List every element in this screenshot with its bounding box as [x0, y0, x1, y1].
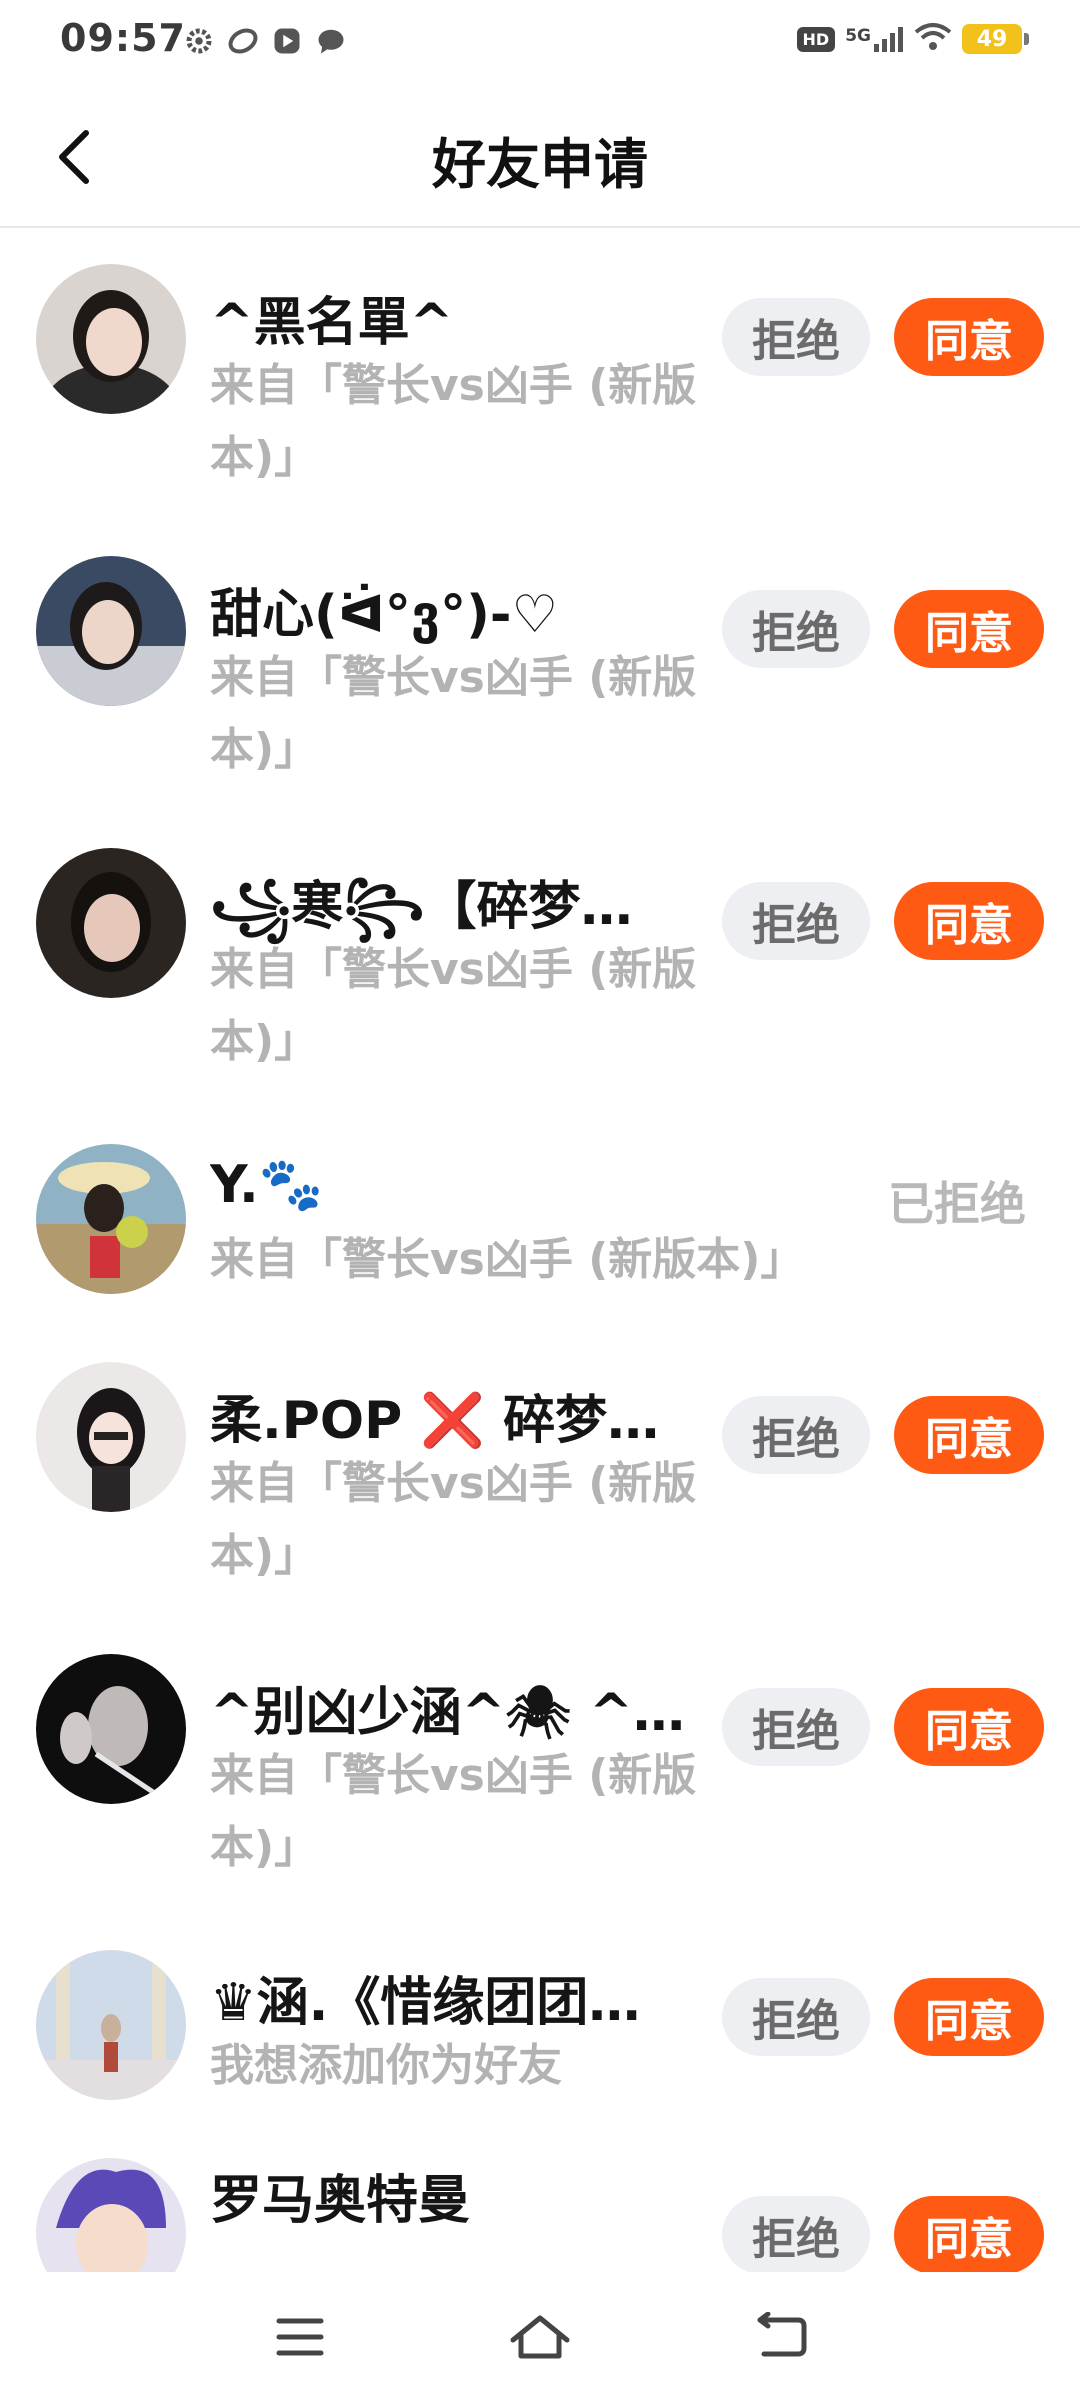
list-item: ꧁寒꧂【碎梦… 来自「警长vs凶手 (新版本)」 拒绝 同意 — [0, 812, 1080, 1104]
list-item: 柔.POP ❌ 碎梦… 来自「警长vs凶手 (新版本)」 拒绝 同意 — [0, 1326, 1080, 1618]
avatar[interactable] — [36, 2158, 186, 2272]
avatar[interactable] — [36, 556, 186, 706]
accept-button[interactable]: 同意 — [894, 1688, 1044, 1766]
friend-request-list[interactable]: ^黑名單^ 来自「警长vs凶手 (新版本)」 拒绝 同意 甜心(ᐛ°ვ°)-♡ … — [0, 228, 1080, 2272]
list-item: Y.🐾 来自「警长vs凶手 (新版本)」 已拒绝 — [0, 1104, 1080, 1326]
list-item: ^别凶少涵^🕷 ^… 来自「警长vs凶手 (新版本)」 拒绝 同意 — [0, 1618, 1080, 1910]
avatar[interactable] — [36, 848, 186, 998]
menu-nav-button[interactable] — [260, 2302, 340, 2372]
accept-button[interactable]: 同意 — [894, 298, 1044, 376]
home-icon — [510, 2315, 570, 2359]
request-name: 罗马奥特曼 — [210, 2171, 471, 2231]
page-title: 好友申请 — [432, 133, 648, 196]
request-name: ♛涵.《惜缘团团… — [210, 1973, 641, 2033]
reject-button[interactable]: 拒绝 — [722, 1396, 870, 1474]
hd-badge: HD — [796, 26, 836, 52]
signal-icon: 5G — [845, 26, 904, 52]
reject-button[interactable]: 拒绝 — [722, 298, 870, 376]
reject-button[interactable]: 拒绝 — [722, 590, 870, 668]
accept-button[interactable]: 同意 — [894, 1978, 1044, 2056]
request-source: 我想添加你为好友 — [210, 2040, 562, 2091]
request-name: ^黑名單^ — [210, 293, 454, 353]
list-item: 甜心(ᐛ°ვ°)-♡ 来自「警长vs凶手 (新版本)」 拒绝 同意 — [0, 520, 1080, 812]
play-icon — [270, 24, 304, 58]
avatar[interactable] — [36, 1362, 186, 1512]
header: 好友申请 — [0, 90, 1080, 228]
gear-icon — [182, 24, 216, 58]
request-name: ^别凶少涵^🕷 ^… — [210, 1683, 685, 1743]
accept-button[interactable]: 同意 — [894, 1396, 1044, 1474]
list-item: 罗马奥特曼 拒绝 同意 — [0, 2132, 1080, 2272]
status-time: 09:57 — [60, 16, 186, 60]
system-indicators: HD 5G 49 — [796, 22, 1029, 56]
menu-icon — [276, 2318, 324, 2356]
reject-button[interactable]: 拒绝 — [722, 882, 870, 960]
avatar[interactable] — [36, 1654, 186, 1804]
reject-button[interactable]: 拒绝 — [722, 2196, 870, 2272]
request-source: 来自「警长vs凶手 (新版本)」 — [210, 1750, 697, 1873]
accept-button[interactable]: 同意 — [894, 590, 1044, 668]
system-navigation-bar — [0, 2272, 1080, 2400]
request-source: 来自「警长vs凶手 (新版本)」 — [210, 652, 697, 775]
accept-button[interactable]: 同意 — [894, 2196, 1044, 2272]
message-icon — [314, 24, 348, 58]
wifi-icon — [914, 22, 952, 56]
list-item: ♛涵.《惜缘团团… 我想添加你为好友 拒绝 同意 — [0, 1910, 1080, 2132]
home-nav-button[interactable] — [500, 2302, 580, 2372]
notification-icons — [182, 24, 348, 58]
request-source: 来自「警长vs凶手 (新版本)」 — [210, 1234, 805, 1285]
avatar[interactable] — [36, 1144, 186, 1294]
request-source: 来自「警长vs凶手 (新版本)」 — [210, 944, 697, 1067]
reject-button[interactable]: 拒绝 — [722, 1978, 870, 2056]
app-notification-icon — [226, 24, 260, 58]
status-bar: 09:57 HD 5G 49 — [0, 0, 1080, 84]
request-source: 来自「警长vs凶手 (新版本)」 — [210, 360, 697, 483]
network-label: 5G — [845, 26, 871, 46]
request-source: 来自「警长vs凶手 (新版本)」 — [210, 1458, 697, 1581]
request-name: 甜心(ᐛ°ვ°)-♡ — [210, 585, 559, 645]
back-nav-icon — [757, 2312, 807, 2357]
avatar[interactable] — [36, 1950, 186, 2100]
battery-indicator: 49 — [962, 24, 1029, 54]
list-item: ^黑名單^ 来自「警长vs凶手 (新版本)」 拒绝 同意 — [0, 228, 1080, 520]
avatar[interactable] — [36, 264, 186, 414]
reject-button[interactable]: 拒绝 — [722, 1688, 870, 1766]
rejected-status: 已拒绝 — [888, 1177, 1026, 1231]
request-name: 柔.POP ❌ 碎梦… — [210, 1391, 660, 1451]
accept-button[interactable]: 同意 — [894, 882, 1044, 960]
back-nav-button[interactable] — [740, 2302, 820, 2372]
request-name: Y.🐾 — [210, 1155, 324, 1215]
